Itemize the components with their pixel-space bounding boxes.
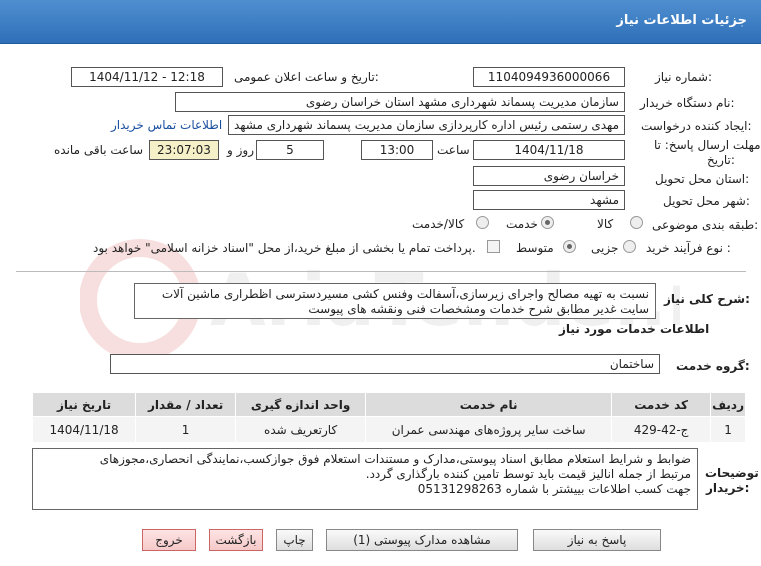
attachments-button[interactable]: مشاهده مدارک پیوستی (1)	[326, 529, 518, 551]
category-label: طبقه بندی موضوعی:	[652, 218, 759, 232]
buyer-notes: ضوابط و شرایط استعلام مطابق اسناد پیوستی…	[32, 448, 698, 510]
cell-qty: 1	[135, 416, 237, 443]
cell-row: 1	[710, 416, 746, 443]
buyer-field: سازمان مدیریت پسماند شهرداری مشهد استان …	[175, 92, 625, 112]
buyer-contact-link[interactable]: اطلاعات تماس خریدار	[111, 118, 222, 132]
category-option-goods: کالا	[597, 217, 614, 231]
category-radio-service[interactable]	[541, 216, 554, 229]
need-number-field: 1104094936000066	[473, 67, 625, 87]
notes-label: توضیحات	[705, 466, 759, 480]
col-date: تاریخ نیاز	[31, 392, 137, 417]
days-label: روز و	[227, 143, 254, 157]
cell-date: 1404/11/18	[31, 416, 137, 443]
service-group-field: ساختمان	[110, 354, 660, 374]
header-bar: جزئیات اطلاعات نیاز	[0, 0, 761, 44]
reply-button[interactable]: پاسخ به نیاز	[533, 529, 661, 551]
col-code: کد خدمت	[611, 392, 712, 417]
service-group-label: گروه خدمت:	[676, 359, 750, 373]
category-radio-goods[interactable]	[630, 216, 643, 229]
process-label: نوع فرآیند خرید :	[646, 241, 731, 255]
notes-label-buyer: خریدار:	[706, 481, 750, 495]
notes-line-3: جهت کسب اطلاعات بییشتر با شماره 05131298…	[417, 482, 691, 496]
days-field: 5	[256, 140, 324, 160]
category-option-service: خدمت	[506, 217, 538, 231]
col-row: ردیف	[710, 392, 746, 417]
creator-field: مهدی رستمی رئیس اداره کارپردازی سازمان م…	[228, 115, 625, 135]
cell-name: ساخت سایر پروژه‌های مهندسی عمران	[365, 416, 613, 443]
notes-line-2: مرتبط از جمله انالیز قیمت باید توسط تامی…	[365, 467, 691, 481]
deadline-date-field: 1404/11/18	[473, 140, 625, 160]
process-option-medium: متوسط	[516, 241, 554, 255]
creator-label: ایجاد کننده درخواست:	[641, 119, 752, 133]
summary-label: شرح کلی نیاز:	[664, 292, 750, 306]
deadline-time-label: ساعت	[437, 143, 470, 157]
announce-field: 1404/11/12 - 12:18	[71, 67, 223, 87]
services-table: ردیف کد خدمت نام خدمت واحد اندازه گیری ت…	[31, 392, 746, 443]
payment-note: پرداخت تمام یا بخشی از مبلغ خرید،از محل …	[93, 241, 476, 255]
print-button[interactable]: چاپ	[276, 529, 313, 551]
city-label: شهر محل تحویل:	[663, 194, 750, 208]
city-field: مشهد	[473, 190, 625, 210]
deadline-time-field: 13:00	[361, 140, 433, 160]
province-field: خراسان رضوی	[473, 166, 625, 186]
exit-button[interactable]: خروج	[142, 529, 196, 551]
col-name: نام خدمت	[365, 392, 613, 417]
notes-line-1: ضوابط و شرایط استعلام مطابق اسناد پیوستی…	[99, 452, 691, 466]
payment-checkbox[interactable]	[487, 240, 500, 253]
page-title: جزئیات اطلاعات نیاز	[616, 13, 747, 28]
remaining-label: ساعت باقی مانده	[54, 143, 144, 157]
section-divider	[16, 271, 746, 272]
summary-text: نسبت به تهیه مصالح واجرای زیرسازی،آسفالت…	[134, 283, 656, 319]
need-number-label: شماره نیاز:	[655, 70, 713, 84]
process-option-minor: جزیی	[591, 241, 619, 255]
back-button[interactable]: بازگشت	[209, 529, 263, 551]
province-label: استان محل تحویل:	[655, 172, 750, 186]
table-row: 1 ج-42-429 ساخت سایر پروژه‌های مهندسی عم…	[31, 416, 746, 443]
services-table-header: ردیف کد خدمت نام خدمت واحد اندازه گیری ت…	[31, 392, 746, 417]
deadline-label: مهلت ارسال پاسخ: تا	[654, 138, 761, 152]
remaining-time-field: 23:07:03	[149, 140, 219, 160]
buyer-label: نام دستگاه خریدار:	[640, 96, 735, 110]
col-qty: تعداد / مقدار	[135, 392, 237, 417]
cell-unit: کارتعریف شده	[235, 416, 367, 443]
category-radio-both[interactable]	[476, 216, 489, 229]
category-option-both: کالا/خدمت	[412, 217, 465, 231]
deadline-date-label: تاریخ:	[707, 153, 735, 167]
process-radio-medium[interactable]	[563, 240, 576, 253]
services-section-title: اطلاعات خدمات مورد نیاز	[559, 322, 710, 336]
process-radio-minor[interactable]	[623, 240, 636, 253]
cell-code: ج-42-429	[611, 416, 712, 443]
col-unit: واحد اندازه گیری	[235, 392, 367, 417]
announce-label: تاریخ و ساعت اعلان عمومی:	[234, 70, 379, 84]
